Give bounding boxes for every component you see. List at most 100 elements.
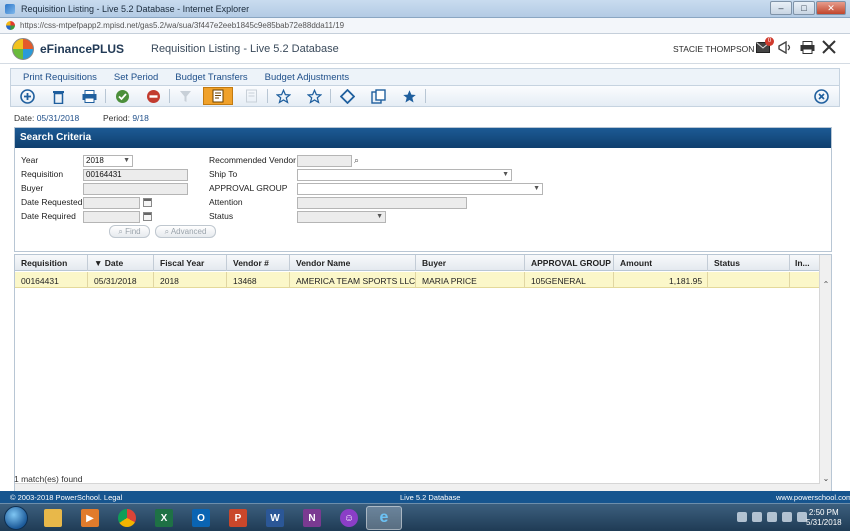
- approval-group-select[interactable]: ▼: [297, 183, 543, 195]
- buyer-input[interactable]: [83, 183, 188, 195]
- close-icon[interactable]: [821, 39, 837, 55]
- window-titlebar: Requisition Listing - Live 5.2 Database …: [0, 0, 850, 18]
- footer-copyright[interactable]: © 2003-2018 PowerSchool. Legal: [10, 493, 122, 502]
- cell-approval-group: 105GENERAL: [531, 276, 586, 286]
- period-value[interactable]: 9/18: [132, 113, 149, 123]
- deny-icon[interactable]: [143, 87, 163, 105]
- col-vendor-number[interactable]: Vendor #: [233, 258, 269, 268]
- onenote-icon[interactable]: N: [294, 506, 330, 530]
- print-icon[interactable]: [799, 39, 815, 55]
- outlook-icon[interactable]: O: [183, 506, 219, 530]
- start-button[interactable]: [4, 506, 28, 530]
- star-outline-icon[interactable]: [304, 87, 324, 105]
- maximize-button[interactable]: □: [793, 1, 815, 15]
- attention-input[interactable]: [297, 197, 467, 209]
- search-icon[interactable]: ⌕: [354, 155, 359, 166]
- media-player-icon[interactable]: ▶: [72, 506, 108, 530]
- current-date: Date: 05/31/2018: [14, 113, 79, 123]
- delete-icon[interactable]: [48, 87, 68, 105]
- copy-icon[interactable]: [368, 87, 388, 105]
- date-value[interactable]: 05/31/2018: [37, 113, 80, 123]
- horizontal-scrollbar[interactable]: [15, 483, 820, 491]
- date-requested-input[interactable]: [83, 197, 140, 209]
- action-menu-bar: Print Requisitions Set Period Budget Tra…: [10, 68, 840, 85]
- mail-badge: 0: [765, 37, 774, 46]
- find-button[interactable]: ⌕ Find: [109, 225, 150, 238]
- user-name[interactable]: STACIE THOMPSON: [673, 44, 754, 54]
- word-icon[interactable]: W: [257, 506, 293, 530]
- mail-icon[interactable]: 0: [755, 37, 774, 55]
- search-criteria-title: Search Criteria: [15, 128, 831, 148]
- network-icon[interactable]: [767, 512, 777, 522]
- menu-print-requisitions[interactable]: Print Requisitions: [23, 72, 97, 83]
- chevron-up-icon[interactable]: [737, 512, 747, 522]
- footer-site-link[interactable]: www.powerschool.com: [776, 493, 850, 502]
- requisition-icon[interactable]: [203, 87, 233, 105]
- col-fiscal-year[interactable]: Fiscal Year: [160, 258, 204, 268]
- internet-explorer-icon[interactable]: e: [366, 506, 402, 530]
- requisition-input[interactable]: 00164431: [83, 169, 188, 181]
- table-row[interactable]: 00164431 05/31/2018 2018 13468 AMERICA T…: [15, 272, 820, 288]
- clock-time: 2:50 PM: [808, 508, 839, 517]
- scroll-up-icon[interactable]: ⌃: [820, 279, 832, 291]
- menu-budget-adjustments[interactable]: Budget Adjustments: [265, 72, 350, 83]
- windows-taskbar: ▶ X O P W N ☺ e 2:50 PM 5/31/2018: [0, 503, 850, 531]
- requisition-label: Requisition: [21, 169, 64, 179]
- diamond-icon[interactable]: [337, 87, 357, 105]
- powerpoint-icon[interactable]: P: [220, 506, 256, 530]
- ship-to-select[interactable]: ▼: [297, 169, 512, 181]
- app-logo-text: eFinancePLUS: [40, 42, 125, 56]
- menu-budget-transfers[interactable]: Budget Transfers: [175, 72, 247, 83]
- add-icon[interactable]: [17, 87, 37, 105]
- url-text[interactable]: https://css-mtpefpapp2.mpisd.net/gas5.2/…: [20, 21, 344, 30]
- scroll-down-icon[interactable]: ⌄: [820, 473, 832, 485]
- address-bar[interactable]: https://css-mtpefpapp2.mpisd.net/gas5.2/…: [0, 18, 850, 34]
- filter-icon[interactable]: [175, 87, 195, 105]
- clock-date: 5/31/2018: [806, 518, 842, 527]
- print-icon[interactable]: [79, 87, 99, 105]
- col-in[interactable]: In...: [795, 258, 810, 268]
- approve-icon[interactable]: [112, 87, 132, 105]
- menu-set-period[interactable]: Set Period: [114, 72, 158, 83]
- year-select[interactable]: 2018 ▼: [83, 155, 133, 167]
- calendar-icon[interactable]: [143, 198, 152, 207]
- col-requisition[interactable]: Requisition: [21, 258, 67, 268]
- megaphone-icon[interactable]: [777, 39, 793, 55]
- window-close-button[interactable]: ✕: [816, 1, 846, 15]
- document-icon[interactable]: [241, 87, 261, 105]
- clock[interactable]: 2:50 PM 5/31/2018: [806, 508, 842, 528]
- col-vendor-name[interactable]: Vendor Name: [296, 258, 350, 268]
- advanced-button[interactable]: ⌕ Advanced: [155, 225, 216, 238]
- current-period: Period: 9/18: [103, 113, 149, 123]
- star-filled-icon[interactable]: [399, 87, 419, 105]
- col-approval-group[interactable]: APPROVAL GROUP: [531, 258, 611, 268]
- cell-fiscal-year: 2018: [160, 276, 179, 286]
- recommended-vendor-input[interactable]: [297, 155, 352, 167]
- toolbar: [10, 85, 840, 107]
- col-status[interactable]: Status: [714, 258, 740, 268]
- minimize-button[interactable]: –: [770, 1, 792, 15]
- vertical-scrollbar[interactable]: ⌃ ⌄: [819, 255, 831, 491]
- close-circle-icon[interactable]: [811, 87, 831, 105]
- file-explorer-icon[interactable]: [35, 506, 71, 530]
- col-buyer[interactable]: Buyer: [422, 258, 446, 268]
- messenger-icon[interactable]: ☺: [331, 506, 367, 530]
- buyer-label: Buyer: [21, 183, 44, 193]
- col-amount[interactable]: Amount: [620, 258, 652, 268]
- period-label: Period:: [103, 113, 130, 123]
- flag-icon[interactable]: [752, 512, 762, 522]
- year-value: 2018: [86, 156, 104, 165]
- star-outline-icon[interactable]: [273, 87, 293, 105]
- year-label: Year: [21, 155, 39, 165]
- col-date[interactable]: ▼ Date: [94, 258, 123, 268]
- attention-label: Attention: [209, 197, 243, 207]
- cell-vendor-number: 13468: [233, 276, 257, 286]
- excel-icon[interactable]: X: [146, 506, 182, 530]
- status-select[interactable]: ▼: [297, 211, 386, 223]
- chrome-icon[interactable]: [109, 506, 145, 530]
- calendar-icon[interactable]: [143, 212, 152, 221]
- ie-app-icon: [5, 3, 15, 14]
- volume-icon[interactable]: [782, 512, 792, 522]
- date-required-input[interactable]: [83, 211, 140, 223]
- match-count: 1 match(es) found: [14, 474, 83, 484]
